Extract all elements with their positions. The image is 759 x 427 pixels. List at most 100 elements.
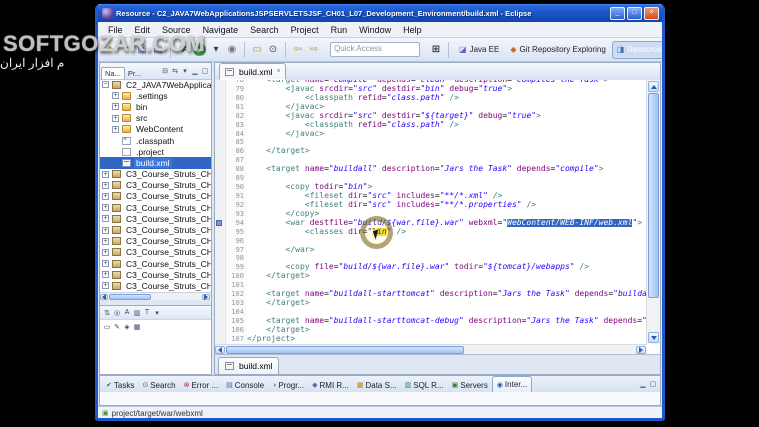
outline-filter-3-icon[interactable]: ◈	[122, 321, 132, 332]
link-with-editor-icon[interactable]: ⇆	[170, 66, 180, 77]
outline-filter-4-icon[interactable]: ▦	[132, 321, 142, 332]
perspective-resource[interactable]: ◨ Resource	[611, 40, 662, 59]
tree-item[interactable]: build.xml	[100, 157, 211, 169]
code-area[interactable]: 78 <target name="compile" depends="clean…	[215, 80, 660, 344]
scroll-right-icon[interactable]	[636, 345, 646, 354]
tree-item[interactable]: + C3_Course_Struts_CH03_	[100, 269, 211, 280]
hide-tasks-icon[interactable]: T	[142, 307, 152, 318]
tree-item[interactable]: + C3_Course_Struts_CH03_	[100, 247, 211, 258]
tree-expander-icon[interactable]: +	[102, 260, 109, 268]
tab-close-icon[interactable]: ×	[277, 68, 281, 75]
view-menu-icon[interactable]: ▾	[180, 66, 190, 77]
menu-run[interactable]: Run	[325, 24, 354, 36]
tree-item[interactable]: + src	[100, 113, 211, 124]
tree-expander-icon[interactable]: +	[102, 181, 109, 189]
tree-item[interactable]: + WebContent	[100, 124, 211, 135]
tree-item[interactable]: .project	[100, 146, 211, 157]
line-number: 100	[226, 272, 247, 282]
tree-item[interactable]: + bin	[100, 101, 211, 112]
menu-help[interactable]: Help	[397, 24, 428, 36]
tree-item[interactable]: + C3_Course_Struts_CH03_	[100, 258, 211, 269]
tree-expander-icon[interactable]: +	[112, 103, 119, 111]
collapse-all-icon[interactable]: ⊟	[160, 66, 170, 77]
view-tab-sqlr[interactable]: ▥ SQL R...	[401, 378, 448, 392]
view-tab-error[interactable]: ⊗ Error ...	[180, 378, 223, 392]
outline-filter-2-icon[interactable]: ✎	[112, 321, 122, 332]
new-folder-icon[interactable]: ▭	[249, 41, 265, 58]
hide-properties-icon[interactable]: ◎	[112, 307, 122, 318]
perspective-java-ee[interactable]: ◪ Java EE	[454, 41, 504, 59]
hide-internal-targets-icon[interactable]: A	[122, 307, 132, 318]
tree-expander-icon[interactable]: +	[102, 192, 109, 200]
view-tab-inter[interactable]: ◉ Inter...	[491, 376, 533, 392]
tree-expander-icon[interactable]: +	[102, 282, 109, 290]
code-line: 87	[215, 156, 647, 166]
tree-item[interactable]: − C2_JAVA7WebApplication	[100, 79, 211, 90]
tree-item[interactable]: + C3_Course_Struts_CH03_	[100, 236, 211, 247]
scroll-up-icon[interactable]	[648, 81, 659, 92]
tree-expander-icon[interactable]: +	[112, 125, 119, 133]
view-tab-rmir[interactable]: ◆ RMI R...	[308, 378, 353, 392]
forward-icon[interactable]: ⇨	[306, 41, 322, 58]
menu-window[interactable]: Window	[353, 24, 397, 36]
tree-expander-icon[interactable]: +	[112, 114, 119, 122]
back-icon[interactable]: ⇦	[290, 41, 306, 58]
tree-expander-icon[interactable]: +	[102, 204, 109, 212]
outline-filter-1-icon[interactable]: ▭	[102, 321, 112, 332]
quick-access-input[interactable]: Quick Access	[330, 42, 420, 57]
maximize-panel-icon[interactable]: ▢	[648, 379, 658, 390]
editor-tab-buildxml[interactable]: build.xml ×	[219, 63, 286, 80]
tree-expander-icon[interactable]: +	[102, 271, 109, 279]
tree-item[interactable]: + C3_Course_Struts_CH02_	[100, 202, 211, 213]
menu-search[interactable]: Search	[244, 24, 285, 36]
code-line: 98	[215, 254, 647, 264]
view-tab-servers[interactable]: ▣ Servers	[448, 378, 492, 392]
outline-view-menu-icon[interactable]: ▾	[152, 307, 162, 318]
open-perspective-icon[interactable]: ⊞	[428, 41, 444, 58]
perspective-git-repository-exploring[interactable]: ◆ Git Repository Exploring	[505, 41, 610, 59]
search-icon[interactable]: ⊙	[265, 41, 281, 58]
minimize-panel-icon[interactable]: ▁	[638, 379, 648, 390]
tree-item[interactable]: + C3_Course_Struts_CH02_	[100, 191, 211, 202]
tree-expander-icon[interactable]: +	[112, 92, 119, 100]
run-dropdown-icon[interactable]: ▾	[208, 41, 224, 58]
maximize-view-icon[interactable]: ▢	[200, 66, 210, 77]
vscroll-thumb[interactable]	[648, 93, 659, 298]
minimize-button[interactable]: _	[610, 6, 625, 20]
tree-item[interactable]: .classpath	[100, 135, 211, 146]
maximize-button[interactable]: □	[627, 6, 642, 20]
mini-editor-tab[interactable]: build.xml	[218, 357, 279, 374]
external-tools-icon[interactable]: ◉	[224, 41, 240, 58]
tree-expander-icon[interactable]: +	[102, 170, 109, 178]
minimize-view-icon[interactable]: ▁	[190, 66, 200, 77]
editor-panel: build.xml × 78 <target name="compile" de…	[214, 62, 661, 375]
view-tab-datas[interactable]: ▦ Data S...	[353, 378, 401, 392]
tree-expander-icon[interactable]: +	[102, 215, 109, 223]
tree-expander-icon[interactable]: +	[102, 248, 109, 256]
editor-vscrollbar[interactable]	[646, 80, 660, 344]
view-tab-progr[interactable]: ◑ Progr...	[268, 378, 308, 392]
explorer-tab[interactable]: Pr...	[125, 68, 144, 79]
editor-hscrollbar[interactable]	[215, 344, 647, 354]
view-tab-console[interactable]: ▤ Console	[222, 378, 268, 392]
close-button[interactable]: ×	[644, 6, 659, 20]
tree-item[interactable]: + C3_Course_Struts_CH01_	[100, 180, 211, 191]
tree-expander-icon[interactable]: −	[102, 81, 109, 89]
tree-item[interactable]: + C3_Course_Struts_CH03_	[100, 280, 211, 291]
view-tab-search[interactable]: ⊙ Search	[138, 378, 179, 392]
hide-imported-elements-icon[interactable]: ▥	[132, 307, 142, 318]
scroll-down-icon[interactable]	[648, 332, 659, 343]
scroll-left-icon[interactable]	[215, 345, 225, 354]
tree-item[interactable]: + C3_Course_Struts_CH02_	[100, 213, 211, 224]
tree-item[interactable]: + C3_Course_Struts_CH01_	[100, 169, 211, 180]
tree-item[interactable]: + .settings	[100, 90, 211, 101]
tree-expander-icon[interactable]: +	[102, 237, 109, 245]
hscroll-thumb[interactable]	[226, 345, 464, 354]
view-tab-tasks[interactable]: ✔ Tasks	[102, 378, 138, 392]
menu-project[interactable]: Project	[285, 24, 325, 36]
tree-item[interactable]: + C3_Course_Struts_CH02_	[100, 224, 211, 235]
explorer-tab[interactable]: Na...	[101, 67, 125, 79]
sort-icon[interactable]: ⇅	[102, 307, 112, 318]
tree-item-label: C3_Course_Struts_CH02_	[126, 191, 211, 202]
tree-expander-icon[interactable]: +	[102, 226, 109, 234]
